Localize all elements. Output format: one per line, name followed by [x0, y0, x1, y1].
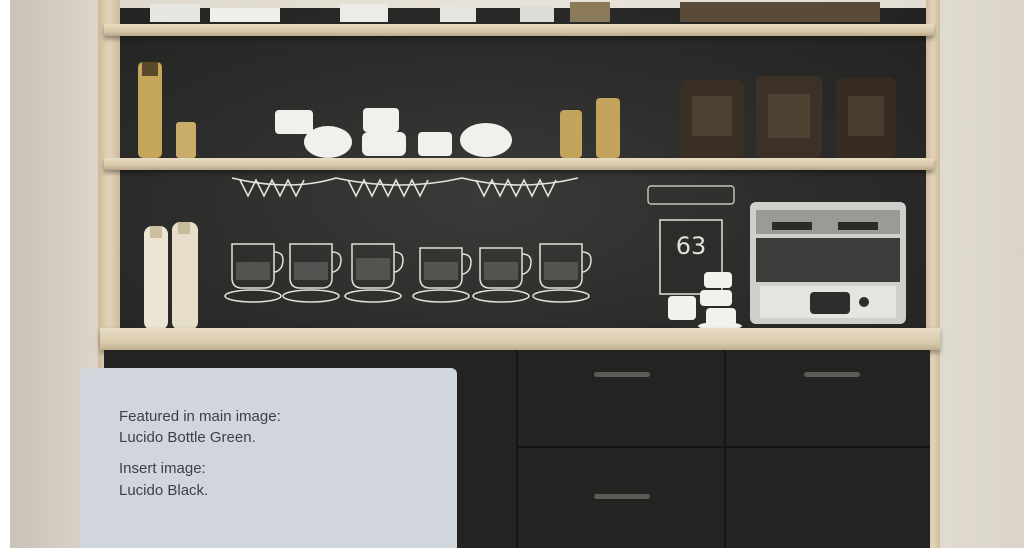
cabinet-seam: [518, 446, 930, 448]
espresso-machine: [750, 202, 906, 324]
cabinet-handle: [804, 372, 860, 377]
stacked-espresso-cups: [668, 272, 742, 330]
cabinet-handle: [594, 372, 650, 377]
caption-card: Featured in main image: Lucido Bottle Gr…: [80, 368, 457, 548]
insert-heading: Insert image:: [119, 460, 206, 477]
cabinet-seam: [516, 350, 518, 548]
featured-heading: Featured in main image:: [119, 408, 281, 425]
cabinet-handle: [594, 494, 650, 499]
counter-top: [100, 328, 940, 350]
insert-name: Lucido Black.: [119, 482, 209, 499]
featured-name: Lucido Bottle Green.: [119, 429, 256, 446]
cabinet-seam: [724, 350, 726, 548]
pepper-mills: [144, 222, 198, 330]
